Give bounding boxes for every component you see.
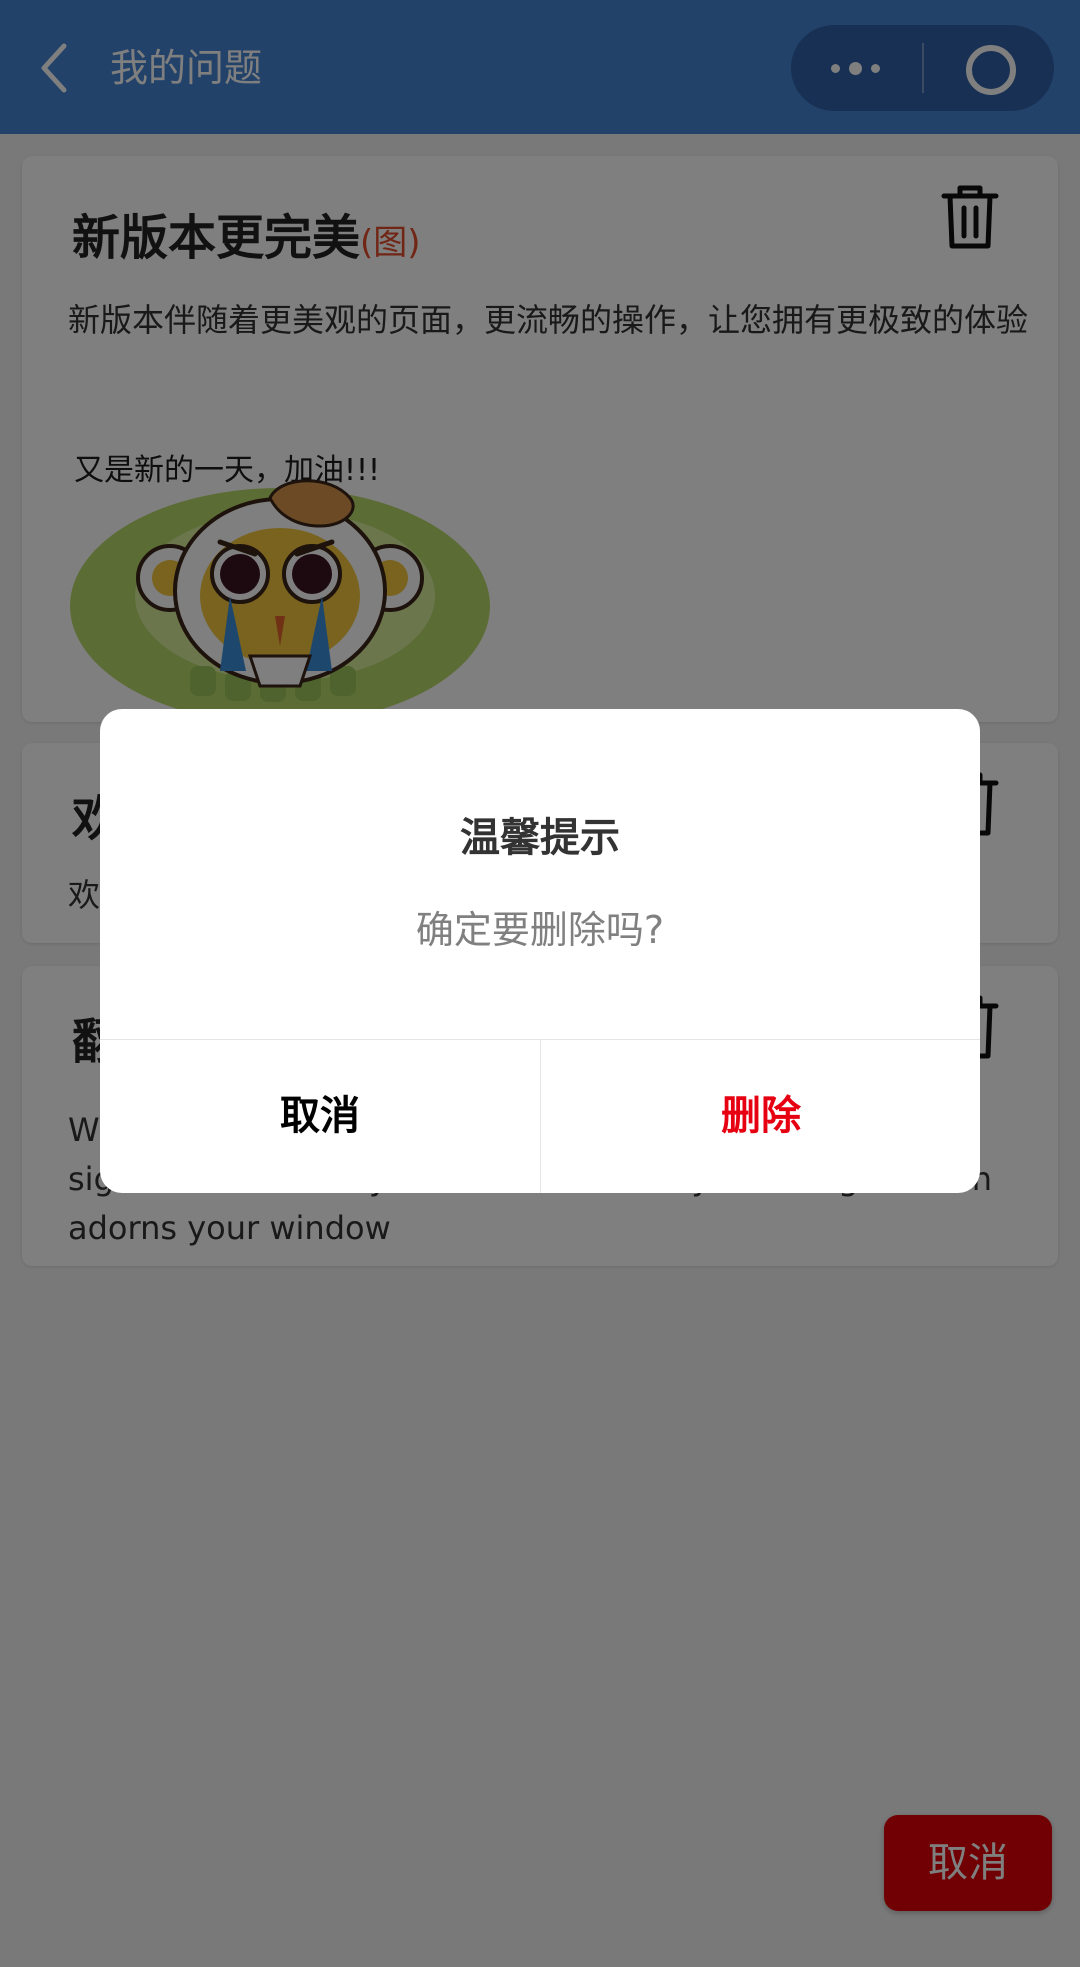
confirm-dialog: 温馨提示 确定要删除吗? 取消 删除 <box>100 709 980 1193</box>
dialog-title: 温馨提示 <box>460 815 620 861</box>
delete-button[interactable]: 删除 <box>541 1040 980 1193</box>
dialog-message: 确定要删除吗? <box>415 908 665 952</box>
cancel-button[interactable]: 取消 <box>100 1040 540 1193</box>
